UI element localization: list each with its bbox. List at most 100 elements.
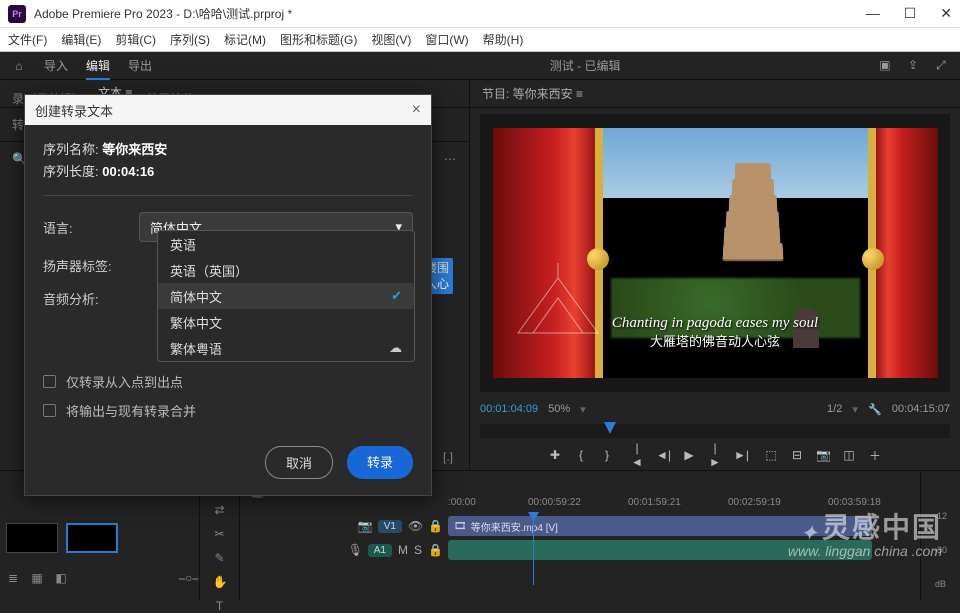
track-label-a1[interactable]: A1 (368, 544, 392, 557)
tick: :00:00 (448, 497, 476, 508)
program-panel: 节目: 等你来西安 ≡ Chanting in pagoda eases my … (470, 80, 960, 470)
menu-bar: 文件(F) 编辑(E) 剪辑(C) 序列(S) 标记(M) 图形和标题(G) 视… (0, 28, 960, 52)
icon-view-icon[interactable]: ▦ (30, 571, 44, 586)
type-tool-icon[interactable]: T (213, 599, 227, 613)
more-icon[interactable]: ⋯ (443, 152, 457, 166)
step-fwd-icon[interactable]: |► (708, 441, 722, 469)
share-icon[interactable]: ⇪ (906, 58, 920, 73)
menu-clip[interactable]: 剪辑(C) (115, 31, 156, 48)
lang-option-yue[interactable]: 繁体粤语☁ (158, 335, 414, 361)
export-frame-icon[interactable]: 📷 (816, 448, 830, 462)
duration-timecode: 00:04:15:07 (892, 403, 950, 415)
lift-icon[interactable]: ⬚ (764, 448, 778, 462)
chk-merge[interactable]: 将输出与现有转录合并 (43, 401, 413, 420)
lock-icon[interactable]: 🔒 (428, 519, 442, 533)
video-frame: Chanting in pagoda eases my soul 大雁塔的佛音动… (493, 128, 938, 378)
eye-icon[interactable]: 👁 (408, 519, 422, 533)
go-in-icon[interactable]: |◄ (630, 441, 644, 469)
bin-thumb[interactable] (6, 523, 58, 553)
minimize-button[interactable]: — (866, 5, 880, 22)
program-playhead[interactable] (604, 422, 616, 434)
step-back-icon[interactable]: ◄| (656, 448, 670, 462)
resolution-select[interactable]: 1/2 (827, 403, 842, 415)
play-icon[interactable]: ▶ (682, 448, 696, 462)
dialog-close-icon[interactable]: × (412, 101, 421, 119)
transport-controls: ✚ { } |◄ ◄| ▶ |► ►| ⬚ ⊟ 📷 ◫ ＋ (480, 440, 950, 470)
mark-in-icon[interactable]: { (574, 448, 588, 462)
checkbox-icon[interactable] (43, 375, 56, 388)
toggle-icon[interactable]: 📷 (358, 519, 372, 533)
create-transcription-dialog: 创建转录文本 × 序列名称: 等你来西安 序列长度: 00:04:16 语言: … (24, 94, 432, 496)
hand-tool-icon[interactable]: ✋ (213, 575, 227, 589)
captions-toggle-icon[interactable]: [.] (441, 450, 455, 464)
seq-len-label: 序列长度: (43, 164, 99, 179)
program-ruler[interactable] (480, 424, 950, 438)
lang-option-en-uk[interactable]: 英语（英国） (158, 257, 414, 283)
menu-graphics[interactable]: 图形和标题(G) (280, 31, 357, 48)
check-icon: ✔ (391, 288, 402, 304)
transcribe-button[interactable]: 转录 (347, 446, 413, 479)
button-editor-icon[interactable]: ＋ (868, 447, 882, 464)
lang-option-en[interactable]: 英语 (158, 231, 414, 257)
project-name: 测试 - 已编辑 (550, 57, 621, 74)
mark-out-icon[interactable]: } (600, 448, 614, 462)
add-marker-icon[interactable]: ✚ (548, 448, 562, 462)
freeform-icon[interactable]: ◧ (54, 571, 68, 586)
pen-tool-icon[interactable]: ✎ (213, 551, 227, 565)
menu-file[interactable]: 文件(F) (8, 31, 47, 48)
seq-len-value: 00:04:16 (102, 164, 154, 179)
ws-import[interactable]: 导入 (44, 57, 68, 74)
home-icon[interactable]: ⌂ (12, 59, 26, 73)
toggle-icon[interactable]: 🎙 (348, 543, 362, 557)
audio-analysis-label: 音频分析: (43, 289, 139, 308)
go-out-icon[interactable]: ►| (734, 448, 748, 462)
zoom-slider[interactable]: ⎯○⎯ (179, 571, 193, 586)
tick: 00:02:59:19 (728, 497, 781, 508)
window-title: Adobe Premiere Pro 2023 - D:\哈哈\测试.prpro… (34, 5, 292, 22)
app-logo: Pr (8, 5, 26, 23)
ws-edit[interactable]: 编辑 (86, 57, 110, 74)
watermark: ✦ 灵感中国 www. linggan china .com (788, 519, 942, 560)
maximize-button[interactable]: ☐ (904, 5, 917, 22)
menu-marker[interactable]: 标记(M) (224, 31, 266, 48)
settings-icon[interactable]: 🔧 (868, 403, 882, 416)
menu-window[interactable]: 窗口(W) (425, 31, 468, 48)
checkbox-icon[interactable] (43, 404, 56, 417)
language-dropdown: 英语 英语（英国） 简体中文✔ 繁体中文 繁体粤语☁ (157, 230, 415, 362)
track-label-v1[interactable]: V1 (378, 520, 402, 533)
workspace-bar: ⌂ 导入 编辑 导出 测试 - 已编辑 ▣ ⇪ ⤢ (0, 52, 960, 80)
ripple-tool-icon[interactable]: ⇄ (213, 503, 227, 517)
dialog-title: 创建转录文本 (35, 101, 113, 120)
ws-export[interactable]: 导出 (128, 57, 152, 74)
compare-icon[interactable]: ◫ (842, 448, 856, 462)
menu-sequence[interactable]: 序列(S) (170, 31, 210, 48)
lang-option-zh-tw[interactable]: 繁体中文 (158, 309, 414, 335)
timeline-playhead[interactable] (533, 515, 534, 585)
seq-name-label: 序列名称: (43, 142, 99, 157)
lang-option-zh-cn[interactable]: 简体中文✔ (158, 283, 414, 309)
razor-tool-icon[interactable]: ✂ (213, 527, 227, 541)
speaker-label: 扬声器标签: (43, 256, 139, 275)
program-tab[interactable]: 节目: 等你来西安 ≡ (482, 85, 583, 102)
close-button[interactable]: ✕ (940, 5, 952, 22)
program-monitor[interactable]: Chanting in pagoda eases my soul 大雁塔的佛音动… (480, 114, 950, 392)
lock-icon[interactable]: 🔒 (428, 543, 442, 557)
tick: 00:00:59:22 (528, 497, 581, 508)
fullscreen-icon[interactable]: ⤢ (934, 58, 948, 73)
tick: 00:01:59:21 (628, 497, 681, 508)
bin-thumb-selected[interactable] (66, 523, 118, 553)
extract-icon[interactable]: ⊟ (790, 448, 804, 462)
dialog-titlebar: 创建转录文本 × (25, 95, 431, 125)
menu-view[interactable]: 视图(V) (371, 31, 411, 48)
caption-chinese: 大雁塔的佛音动人心弦 (493, 331, 938, 350)
cancel-button[interactable]: 取消 (265, 446, 333, 479)
menu-help[interactable]: 帮助(H) (483, 31, 524, 48)
current-timecode[interactable]: 00:01:04:09 (480, 403, 538, 415)
caption-english: Chanting in pagoda eases my soul (493, 315, 938, 332)
quick-export-icon[interactable]: ▣ (878, 58, 892, 73)
chk-in-out[interactable]: 仅转录从入点到出点 (43, 372, 413, 391)
zoom-select[interactable]: 50% (548, 403, 570, 415)
cloud-download-icon: ☁ (389, 340, 402, 356)
menu-edit[interactable]: 编辑(E) (61, 31, 101, 48)
list-view-icon[interactable]: ≣ (6, 571, 20, 586)
